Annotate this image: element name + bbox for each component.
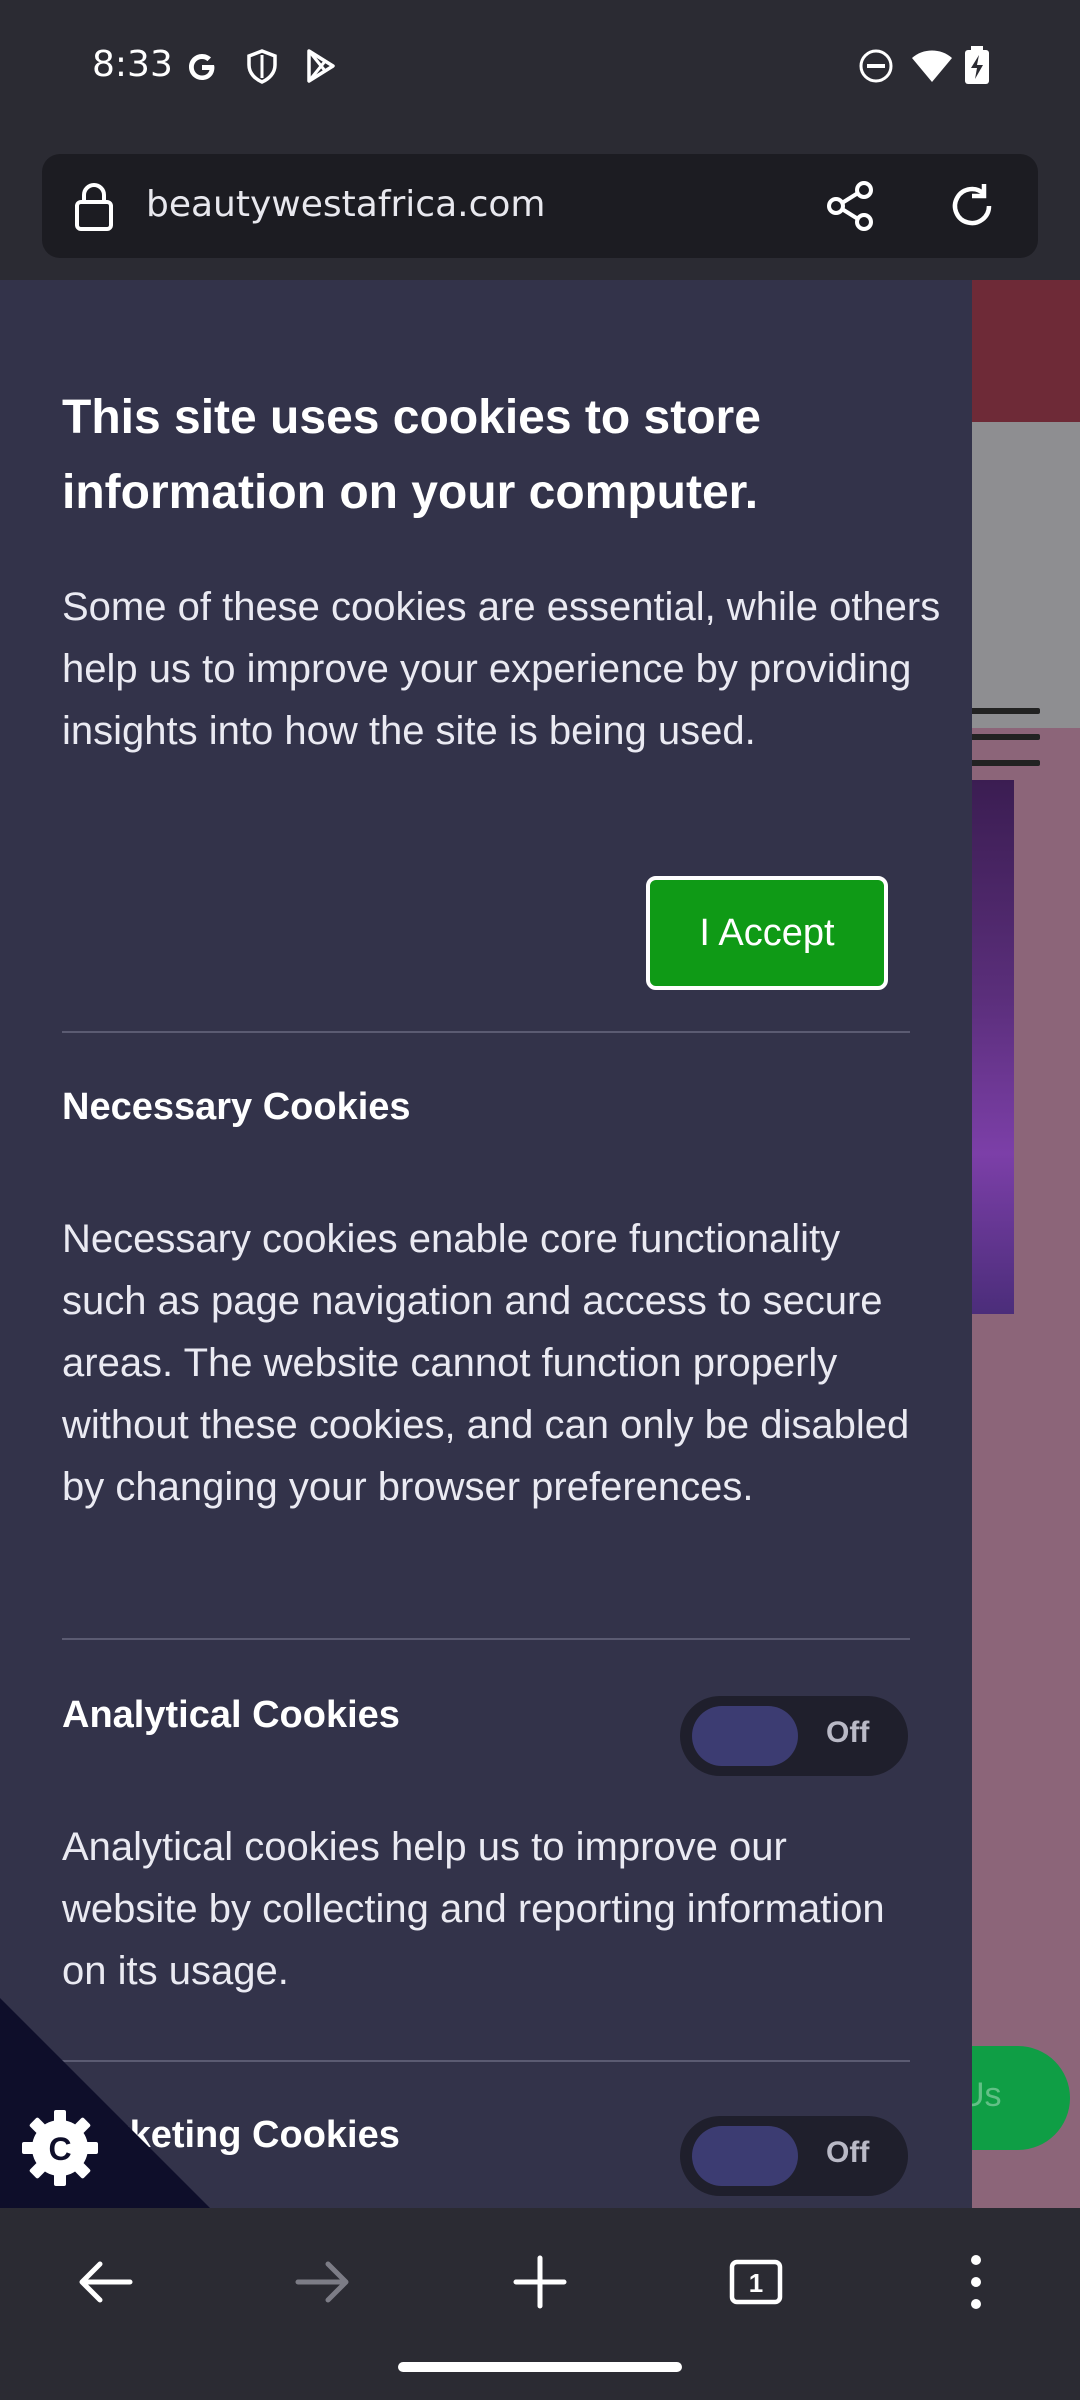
cookie-fab-letter: C: [48, 2131, 71, 2167]
back-icon[interactable]: [66, 2242, 146, 2322]
toggle-knob: [692, 2126, 798, 2186]
analytical-cookies-title: Analytical Cookies: [62, 1694, 400, 1736]
wifi-icon: [912, 50, 952, 82]
browser-toolbar: beautywestafrica.com: [0, 140, 1080, 280]
forward-icon[interactable]: [282, 2242, 362, 2322]
necessary-cookies-text: Necessary cookies enable core functional…: [62, 1217, 910, 1509]
cookie-panel-title: This site uses cookies to store informat…: [62, 391, 761, 519]
hamburger-menu-icon[interactable]: [968, 708, 1040, 766]
analytical-cookies-text: Analytical cookies help us to improve ou…: [62, 1825, 885, 1993]
address-bar[interactable]: beautywestafrica.com: [42, 154, 1038, 258]
tab-count: 1: [749, 2268, 763, 2298]
toggle-state-label: Off: [826, 2136, 870, 2169]
analytical-cookies-toggle[interactable]: Off: [680, 1696, 908, 1776]
google-icon: [189, 54, 215, 80]
do-not-disturb-icon: [859, 49, 893, 83]
url-text[interactable]: beautywestafrica.com: [146, 184, 545, 225]
marketing-cookies-toggle[interactable]: Off: [680, 2116, 908, 2196]
shield-icon: [247, 49, 277, 84]
share-icon[interactable]: [822, 178, 878, 234]
home-indicator[interactable]: [398, 2362, 682, 2372]
toggle-state-label: Off: [826, 1716, 870, 1749]
toggle-knob: [692, 1706, 798, 1766]
tabs-icon[interactable]: 1: [716, 2242, 796, 2322]
new-tab-icon[interactable]: [500, 2242, 580, 2322]
divider: [62, 1638, 910, 1640]
cookie-settings-icon[interactable]: C: [0, 1998, 210, 2208]
necessary-cookies-title: Necessary Cookies: [62, 1086, 411, 1128]
lock-icon[interactable]: [72, 182, 116, 232]
cookie-consent-panel: This site uses cookies to store informat…: [0, 280, 972, 2208]
cookie-panel-intro: Some of these cookies are essential, whi…: [62, 585, 941, 753]
divider: [62, 1031, 910, 1033]
status-time: 8:33: [92, 44, 173, 85]
status-bar: 8:33: [0, 0, 1080, 140]
battery-charging-icon: [965, 46, 989, 84]
more-icon[interactable]: [936, 2242, 1016, 2322]
reload-icon[interactable]: [944, 178, 1000, 234]
play-store-icon: [307, 49, 335, 83]
accept-button[interactable]: I Accept: [646, 876, 888, 990]
